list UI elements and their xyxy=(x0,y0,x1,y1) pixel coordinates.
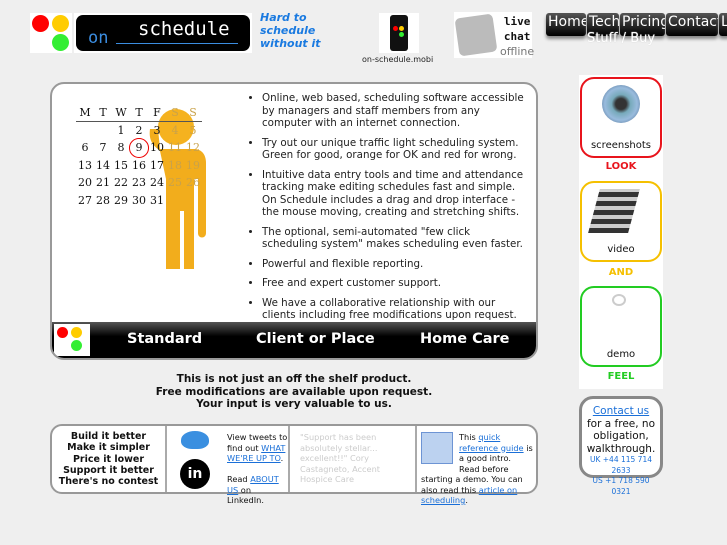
nav-contact[interactable]: Contact xyxy=(666,13,718,36)
calendar-date: 13 xyxy=(78,158,92,172)
eye-icon xyxy=(602,85,640,123)
and-label: AND xyxy=(608,267,634,278)
traffic-light-icon xyxy=(54,324,90,356)
calendar-date: 8 xyxy=(117,141,125,155)
guide-cell: This quick reference guide is a good int… xyxy=(421,432,533,505)
linkedin-icon[interactable]: in xyxy=(180,459,210,489)
calendar-date: 29 xyxy=(114,193,128,207)
uk-phone: UK +44 115 714 2633 xyxy=(589,455,653,475)
calendar-date: 10 xyxy=(150,141,164,155)
calendar-date: 5 xyxy=(189,124,197,137)
calendar-date: 17 xyxy=(150,158,164,172)
calendar-date xyxy=(184,192,202,210)
custom-message: This is not just an off the shelf produc… xyxy=(155,373,433,410)
product-home-care[interactable]: Home Care xyxy=(420,331,510,347)
testimonial: "Support has been absolutely stellar... … xyxy=(290,426,417,492)
calendar-day-header: T xyxy=(130,106,148,122)
nav-sub-stuff-buy[interactable]: Stuff / Buy xyxy=(587,31,655,46)
product-client-or-place[interactable]: Client or Place xyxy=(256,331,375,347)
calendar-date: 4 xyxy=(171,124,179,137)
screenshots-button[interactable]: screenshots xyxy=(580,77,662,158)
nav-more[interactable]: L xyxy=(719,13,727,36)
calendar-date: 2 xyxy=(135,124,143,137)
motto-list: Build it better Make it simpler Price it l… xyxy=(52,426,167,492)
video-button[interactable]: video xyxy=(580,181,662,262)
calendar-date: 30 xyxy=(132,193,146,207)
calendar-date xyxy=(94,122,112,140)
social-cell: in View tweets to find out WHAT WE'RE UP… xyxy=(167,426,290,505)
feature-item: Powerful and flexible reporting. xyxy=(262,258,528,271)
calendar-date: 26 xyxy=(186,176,200,190)
calendar-day-header: T xyxy=(94,106,112,122)
feature-item: Online, web based, scheduling software a… xyxy=(262,92,528,130)
calendar-date: 22 xyxy=(114,176,128,190)
look-label: LOOK xyxy=(605,161,637,172)
calendar-date: 21 xyxy=(96,176,110,190)
calendar-date: 6 xyxy=(81,141,89,155)
demo-button[interactable]: demo xyxy=(580,286,662,367)
twitter-bird-icon[interactable] xyxy=(181,431,209,449)
document-icon xyxy=(421,432,453,464)
mobile-site-label[interactable]: on-schedule.mobi xyxy=(362,55,433,64)
feature-item: Free and expert customer support. xyxy=(262,277,528,290)
calendar-date: 16 xyxy=(132,158,146,172)
contact-us-link[interactable]: Contact us xyxy=(593,405,649,417)
calendar-day-header: F xyxy=(148,106,166,122)
product-bar: Standard Client or Place Home Care xyxy=(52,322,536,358)
tagline: Hard to schedule without it xyxy=(260,11,321,50)
nav-home[interactable]: Home xyxy=(546,13,586,36)
live-chat-button[interactable]: live chat offline xyxy=(454,12,534,58)
calendar-date: 23 xyxy=(132,176,146,190)
calendar-date: 28 xyxy=(96,193,110,207)
mobile-phone-icon[interactable] xyxy=(379,13,419,53)
calendar-date: 1 xyxy=(117,124,125,137)
feature-list: Online, web based, scheduling software a… xyxy=(248,92,528,329)
us-phone: US +1 718 590 0321 xyxy=(592,476,650,496)
film-icon xyxy=(588,189,640,233)
calendar-day-header: S xyxy=(166,106,184,122)
feature-item: The optional, semi-automated "few click … xyxy=(262,226,528,251)
calendar-date: 18 xyxy=(168,158,182,172)
calendar-day-header: M xyxy=(76,106,94,122)
calendar-date: 9 xyxy=(129,138,149,158)
logo-schedule: schedule xyxy=(138,18,230,40)
calendar: M T W T F S S 1 2 3 4 5 6 7 8 9 10 11 12 13 14 15 16 17 18 19 20 21… xyxy=(76,106,202,209)
mouse-icon xyxy=(612,294,626,306)
product-standard[interactable]: Standard xyxy=(127,331,202,347)
logo-on: on xyxy=(88,28,109,48)
info-strip: Build it better Make it simpler Price it l… xyxy=(50,424,538,505)
features-panel: M T W T F S S 1 2 3 4 5 6 7 8 9 10 11 12 13 14 15 16 17 18 19 20 21… xyxy=(50,82,538,360)
calendar-date: 31 xyxy=(150,193,164,207)
feature-item: Try out our unique traffic light schedul… xyxy=(262,137,528,162)
sidebar: screenshots LOOK video AND demo FEEL xyxy=(579,75,663,389)
calendar-date xyxy=(76,122,94,140)
traffic-light-logo xyxy=(30,13,72,53)
feel-label: FEEL xyxy=(607,371,635,382)
calendar-day-header: W xyxy=(112,106,130,122)
calendar-date: 15 xyxy=(114,158,128,172)
calendar-day-header: S xyxy=(184,106,202,122)
calendar-date: 7 xyxy=(99,141,107,155)
calendar-date: 27 xyxy=(78,193,92,207)
feature-item: We have a collaborative relationship wit… xyxy=(262,297,528,322)
calendar-date: 25 xyxy=(168,176,182,190)
calendar-date: 19 xyxy=(186,158,200,172)
calendar-date xyxy=(166,192,184,210)
calendar-date: 14 xyxy=(96,158,110,172)
calendar-date: 24 xyxy=(150,176,164,190)
feature-item: Intuitive data entry tools and time and … xyxy=(262,169,528,219)
on-schedule-logo[interactable]: on schedule xyxy=(74,13,252,53)
calendar-date: 3 xyxy=(153,124,161,137)
calendar-date: 11 xyxy=(168,141,182,155)
calendar-date: 12 xyxy=(186,141,200,155)
chat-key-icon xyxy=(454,13,498,57)
contact-text: for a free, no obligation, walkthrough. xyxy=(586,417,656,455)
contact-box: Contact us for a free, no obligation, wa… xyxy=(579,396,663,496)
calendar-date: 20 xyxy=(78,176,92,190)
